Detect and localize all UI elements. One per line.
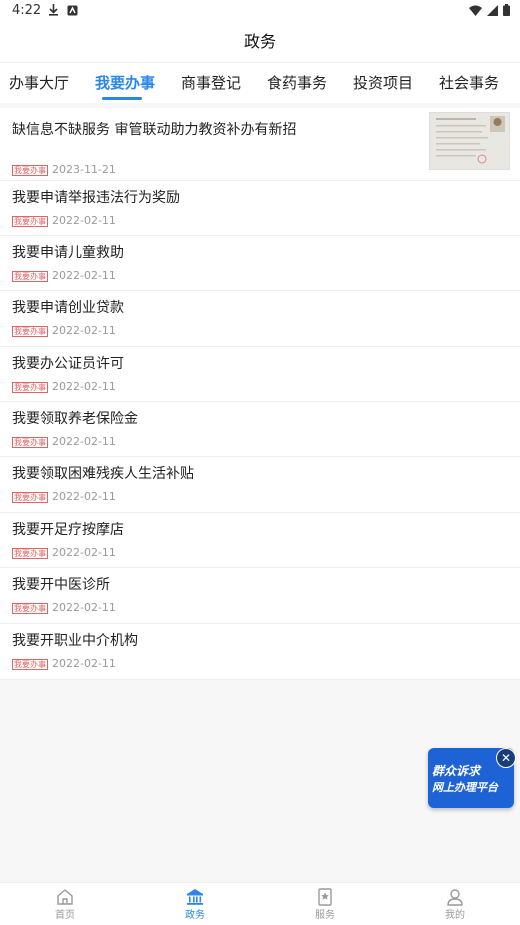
tabbar-label: 政务	[185, 910, 205, 921]
signal-icon	[487, 4, 498, 16]
tabbar-service[interactable]: 服务	[285, 883, 365, 925]
document-photo-icon	[430, 113, 509, 169]
banner-close-icon[interactable]: ✕	[496, 748, 516, 768]
list-item[interactable]: 我要领取养老保险金 我要办事 2022-02-11	[0, 402, 520, 457]
tab-investment-projects[interactable]: 投资项目	[353, 63, 413, 103]
category-tabs: 办事大厅 我要办事 商事登记 食药事务 投资项目 社会事务	[0, 63, 520, 103]
item-tag: 我要办事	[12, 603, 48, 614]
service-icon	[318, 888, 332, 906]
item-date: 2022-02-11	[52, 214, 116, 227]
wifi-icon	[469, 5, 482, 16]
item-date: 2022-02-11	[52, 601, 116, 614]
item-tag: 我要办事	[12, 165, 48, 176]
status-bar: 4:22	[0, 0, 520, 22]
item-title: 我要领取养老保险金	[12, 411, 138, 427]
item-date: 2022-02-11	[52, 324, 116, 337]
notification-icon	[67, 5, 78, 15]
list-item[interactable]: 我要开中医诊所 我要办事 2022-02-11	[0, 568, 520, 624]
page-title: 政务	[243, 32, 276, 51]
item-date: 2022-02-11	[52, 657, 116, 670]
item-thumbnail	[429, 112, 510, 170]
item-title: 我要开足疗按摩店	[12, 522, 124, 538]
battery-icon	[503, 4, 510, 16]
affairs-list: 缺信息不缺服务 审管联动助力教资补办有新招 我要办事 2023-11-21 我要…	[0, 108, 520, 680]
item-date: 2022-02-11	[52, 435, 116, 448]
item-tag: 我要办事	[12, 548, 48, 559]
list-item[interactable]: 我要申请举报违法行为奖励 我要办事 2022-02-11	[0, 181, 520, 236]
item-title: 我要开职业中介机构	[12, 633, 138, 649]
user-icon	[447, 889, 463, 906]
tab-food-drug-affairs[interactable]: 食药事务	[267, 63, 327, 103]
tabbar-label: 服务	[315, 910, 335, 921]
item-date: 2022-02-11	[52, 546, 116, 559]
tabbar-government[interactable]: 政务	[155, 883, 235, 925]
item-tag: 我要办事	[12, 492, 48, 503]
list-item[interactable]: 我要领取困难残疾人生活补贴 我要办事 2022-02-11	[0, 457, 520, 513]
list-item[interactable]: 我要申请儿童救助 我要办事 2022-02-11	[0, 236, 520, 291]
tab-social-affairs[interactable]: 社会事务	[439, 63, 499, 103]
tab-service-hall[interactable]: 办事大厅	[9, 63, 69, 103]
item-tag: 我要办事	[12, 271, 48, 282]
item-tag: 我要办事	[12, 659, 48, 670]
banner-line2: 网上办理平台	[432, 781, 498, 794]
item-title: 我要申请创业贷款	[12, 300, 124, 316]
item-title: 我要开中医诊所	[12, 577, 110, 593]
active-tab-indicator	[102, 97, 142, 100]
government-icon	[187, 889, 203, 905]
status-time: 4:22	[12, 3, 42, 18]
item-tag: 我要办事	[12, 326, 48, 337]
page-header: 政务	[0, 22, 520, 63]
item-date: 2022-02-11	[52, 380, 116, 393]
bottom-tab-bar: 首页 政务 服务 我的	[0, 882, 520, 925]
item-tag: 我要办事	[12, 437, 48, 448]
tabbar-label: 我的	[445, 910, 465, 921]
item-title: 我要办公证员许可	[12, 356, 124, 372]
item-title: 我要申请举报违法行为奖励	[12, 190, 180, 206]
item-title: 我要领取困难残疾人生活补贴	[12, 466, 194, 482]
list-item[interactable]: 我要申请创业贷款 我要办事 2022-02-11	[0, 291, 520, 347]
item-date: 2022-02-11	[52, 490, 116, 503]
download-icon	[49, 4, 58, 16]
home-icon	[57, 889, 73, 905]
list-item[interactable]: 我要开职业中介机构 我要办事 2022-02-11	[0, 624, 520, 680]
tab-business-registration[interactable]: 商事登记	[181, 63, 241, 103]
item-title: 缺信息不缺服务 审管联动助力教资补办有新招	[12, 122, 297, 138]
banner-line1: 群众诉求	[432, 764, 481, 778]
list-item[interactable]: 我要开足疗按摩店 我要办事 2022-02-11	[0, 513, 520, 568]
item-tag: 我要办事	[12, 382, 48, 393]
item-tag: 我要办事	[12, 216, 48, 227]
tabbar-mine[interactable]: 我的	[415, 883, 495, 925]
item-title: 我要申请儿童救助	[12, 245, 124, 261]
list-item[interactable]: 我要办公证员许可 我要办事 2022-02-11	[0, 347, 520, 402]
tabbar-label: 首页	[55, 910, 75, 921]
tabbar-home[interactable]: 首页	[25, 883, 105, 925]
item-date: 2022-02-11	[52, 269, 116, 282]
list-item[interactable]: 缺信息不缺服务 审管联动助力教资补办有新招 我要办事 2023-11-21	[0, 108, 520, 181]
item-date: 2023-11-21	[52, 163, 116, 176]
